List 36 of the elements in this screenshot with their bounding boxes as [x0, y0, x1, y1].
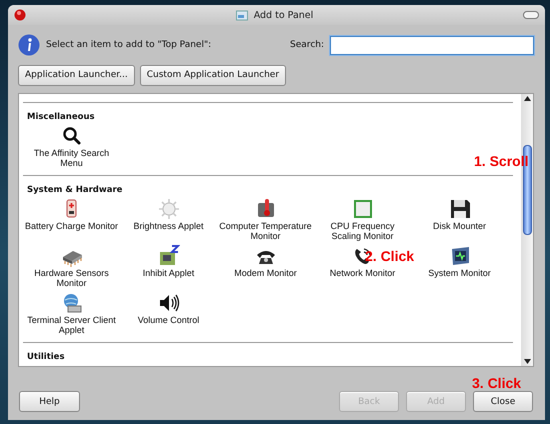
annotation-label: 3. Click [472, 375, 522, 391]
applet-label[interactable]: The Affinity Search Menu [24, 148, 120, 168]
window-title: Add to Panel [254, 10, 314, 20]
applet-label[interactable]: Inhibit Applet [142, 268, 194, 278]
section-heading: Miscellaneous [27, 112, 96, 122]
search-label: Search: [290, 40, 324, 50]
section-heading: System & Hardware [27, 184, 124, 194]
section-heading: Utilities [27, 352, 66, 362]
prompt-text: Select an item to add to "Top Panel": [46, 40, 212, 50]
search-field[interactable] [330, 36, 534, 54]
applet-label[interactable]: System Monitor [428, 268, 491, 278]
applet-label[interactable]: Modem Monitor [234, 268, 297, 278]
circuit-board-icon [158, 244, 180, 266]
dialog-button[interactable]: Help [19, 391, 80, 412]
applet-label[interactable]: Network Monitor [330, 268, 396, 278]
panel-icon [236, 10, 248, 20]
applet-label[interactable]: Brightness Applet [133, 220, 204, 230]
applet-label[interactable]: Disk Mounter [432, 220, 486, 230]
down-arrow-icon [524, 358, 530, 364]
maximize-button[interactable] [523, 11, 539, 19]
frame-icon [352, 198, 374, 220]
sun-icon [158, 198, 180, 220]
close-icon [14, 9, 26, 21]
applet-label[interactable]: Terminal Server Client Applet [24, 314, 120, 334]
applet-label[interactable]: Computer Temperature Monitor [218, 220, 314, 240]
search-icon [60, 124, 82, 146]
info-icon [18, 34, 40, 56]
applet-label[interactable]: CPU Frequency Scaling Monitor [314, 220, 410, 240]
applet-label[interactable]: Battery Charge Monitor [24, 220, 118, 230]
applet-label[interactable]: Volume Control [138, 314, 200, 324]
up-arrow-icon [524, 96, 530, 100]
launcher-button[interactable]: Application Launcher... [18, 64, 135, 86]
dialog-button[interactable]: Close [473, 391, 533, 412]
launcher-button[interactable]: Custom Application Launcher [140, 64, 286, 86]
annotation-label: 2. Click [365, 248, 414, 264]
applet-label[interactable]: Hardware Sensors Monitor [24, 268, 120, 288]
